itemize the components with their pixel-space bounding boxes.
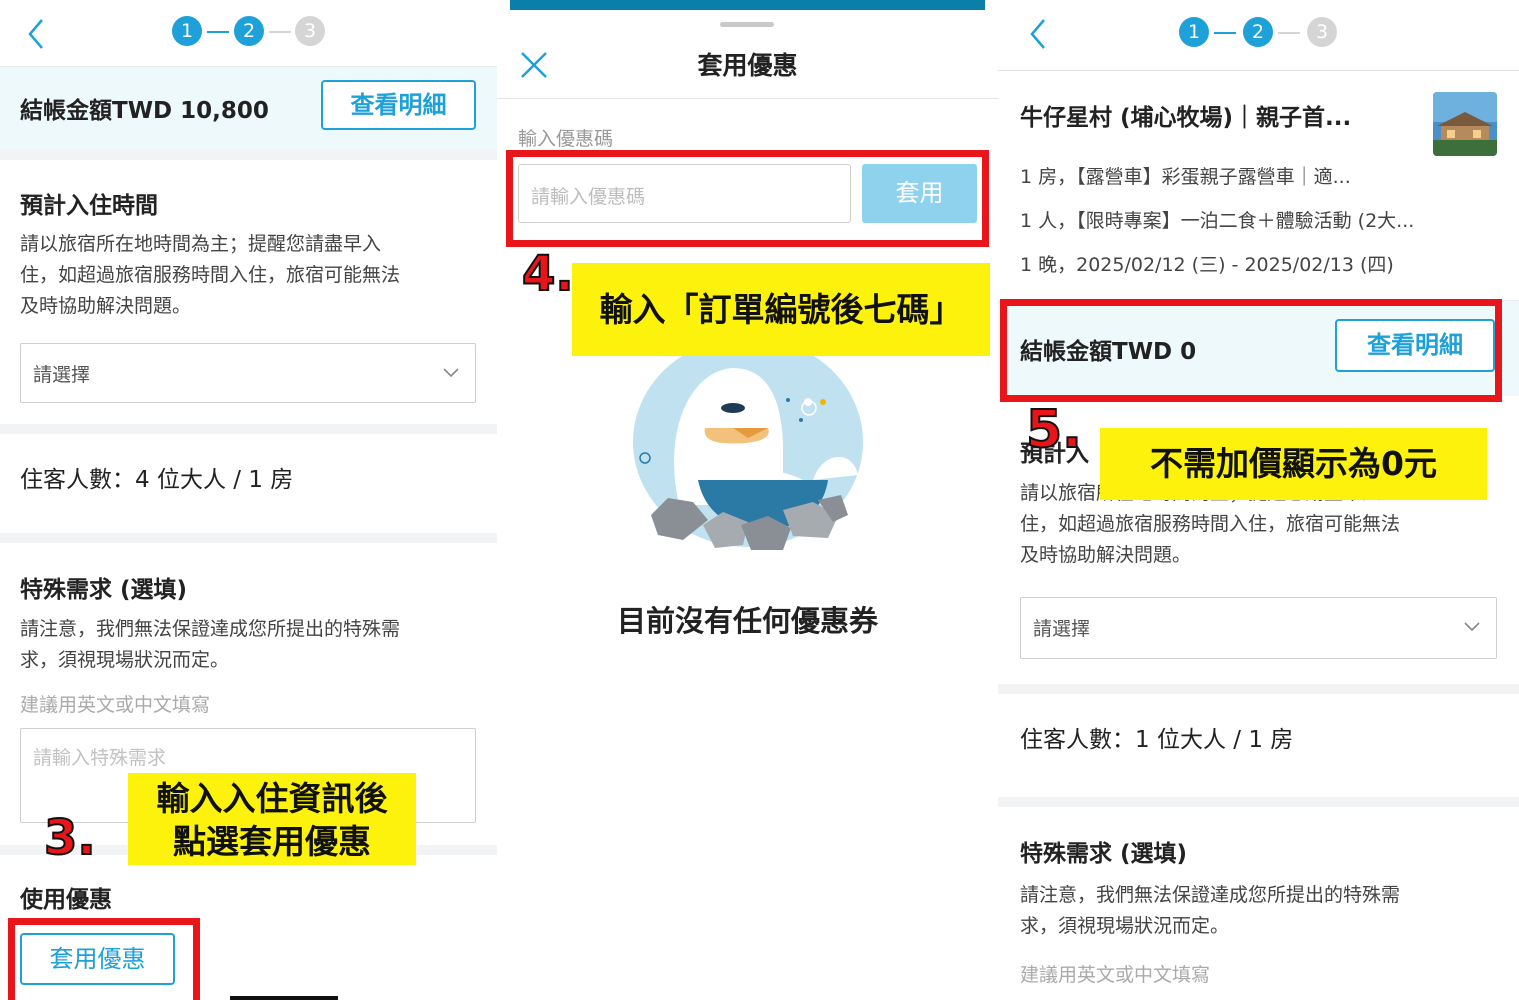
desc-line: 求，須視現場狀況而定。 <box>20 649 230 671</box>
guest-count: 住客人數：1 位大人 / 1 房 <box>1020 727 1294 753</box>
desc-line: 及時協助解決問題。 <box>1020 544 1192 566</box>
guest-count: 住客人數：4 位大人 / 1 房 <box>20 467 294 493</box>
booking-form-panel-3: 1 2 3 牛仔星村 (埔心牧場)｜親子首... 1 房，【露營車】彩蛋親子露營… <box>998 0 1519 1000</box>
empty-coupon-illustration <box>623 330 873 560</box>
desc-line: 及時協助解決問題。 <box>20 295 192 317</box>
special-request-description: 請注意，我們無法保證達成您所提出的特殊需 求，須視現場狀況而定。 <box>1020 880 1400 942</box>
coupon-code-label: 輸入優惠碼 <box>518 128 614 150</box>
step-2: 2 <box>234 16 264 46</box>
desc-line: 請注意，我們無法保證達成您所提出的特殊需 <box>20 618 401 640</box>
desc-line: 住，如超過旅宿服務時間入住，旅宿可能無法 <box>1020 513 1401 535</box>
step-2: 2 <box>1243 17 1273 47</box>
view-details-button[interactable]: 查看明細 <box>321 80 476 130</box>
hotel-name: 牛仔星村 (埔心牧場)｜親子首... <box>1020 105 1352 131</box>
desc-line: 請以旅宿所在地時間為主；提醒您請盡早入 <box>20 233 382 255</box>
step-connector <box>269 31 291 33</box>
annotation-note: 輸入入住資訊後 點選套用優惠 <box>128 773 416 865</box>
checkin-description: 請以旅宿所在地時間為主；提醒您請盡早入 住，如超過旅宿服務時間入住，旅宿可能無法… <box>20 229 400 322</box>
special-request-title: 特殊需求 (選填) <box>20 577 188 603</box>
back-arrow-icon[interactable] <box>18 14 58 54</box>
step-connector <box>207 31 229 33</box>
step-1: 1 <box>1179 17 1209 47</box>
hotel-thumbnail[interactable] <box>1433 92 1497 156</box>
input-placeholder: 請輸入特殊需求 <box>33 747 167 769</box>
divider <box>998 797 1519 807</box>
annotation-step-number: 4. <box>521 245 575 303</box>
coupon-section-title: 使用優惠 <box>20 887 112 913</box>
special-request-hint: 建議用英文或中文填寫 <box>20 694 211 716</box>
chevron-down-icon <box>1462 616 1482 636</box>
divider <box>0 533 497 543</box>
annotation-step-number: 5. <box>1025 399 1083 461</box>
divider <box>998 70 1519 71</box>
home-indicator <box>230 996 338 1000</box>
coupon-panel: 套用優惠 輸入優惠碼 請輸入優惠碼 套用 目前沒有任何優惠券 輸入「訂單編號後七… <box>497 0 998 1000</box>
booking-form-panel-1: 1 2 3 結帳金額TWD 10,800 查看明細 預計入住時間 請以旅宿所在地… <box>0 0 497 1000</box>
summary-line: 1 房，【露營車】彩蛋親子露營車｜適... <box>1020 166 1351 188</box>
divider <box>998 684 1519 694</box>
special-request-hint: 建議用英文或中文填寫 <box>1020 964 1211 986</box>
summary-line: 1 人，【限時專案】一泊二食＋體驗活動 (2大... <box>1020 210 1415 232</box>
divider <box>0 150 497 160</box>
desc-line: 求，須視現場狀況而定。 <box>1020 915 1230 937</box>
select-placeholder: 請選擇 <box>1033 618 1091 640</box>
checkout-amount: 結帳金額TWD 10,800 <box>20 98 269 124</box>
desc-line: 住，如超過旅宿服務時間入住，旅宿可能無法 <box>20 264 401 286</box>
empty-coupon-message: 目前沒有任何優惠券 <box>616 604 878 638</box>
checkout-amount-bar: 結帳金額TWD 10,800 查看明細 <box>0 66 497 150</box>
highlight-box <box>1000 299 1502 402</box>
annotation-line: 輸入入住資訊後 <box>156 779 388 818</box>
back-arrow-icon[interactable] <box>1020 14 1060 54</box>
annotation-note: 輸入「訂單編號後七碼」 <box>572 263 990 356</box>
checkin-time-title: 預計入住時間 <box>20 193 158 219</box>
summary-line: 1 晚，2025/02/12 (三) - 2025/02/13 (四) <box>1020 254 1394 276</box>
divider <box>0 424 497 434</box>
step-connector <box>1278 32 1300 34</box>
step-3: 3 <box>1307 17 1337 47</box>
annotation-note: 不需加價顯示為0元 <box>1100 428 1487 500</box>
step-3: 3 <box>295 16 325 46</box>
highlight-box <box>8 918 200 1000</box>
annotation-line: 點選套用優惠 <box>173 822 371 861</box>
checkin-time-select[interactable]: 請選擇 <box>1020 597 1497 659</box>
step-1: 1 <box>172 16 202 46</box>
booking-summary: 1 房，【露營車】彩蛋親子露營車｜適... 1 人，【限時專案】一泊二食＋體驗活… <box>1020 155 1414 287</box>
annotation-step-number: 3. <box>43 809 97 867</box>
sheet-title: 套用優惠 <box>697 51 798 80</box>
step-connector <box>1214 32 1236 34</box>
divider <box>497 98 998 99</box>
drag-handle[interactable] <box>720 22 774 27</box>
special-request-description: 請注意，我們無法保證達成您所提出的特殊需 求，須視現場狀況而定。 <box>20 614 400 676</box>
special-request-title: 特殊需求 (選填) <box>1020 841 1188 867</box>
desc-line: 請注意，我們無法保證達成您所提出的特殊需 <box>1020 884 1401 906</box>
select-placeholder: 請選擇 <box>33 364 91 386</box>
checkin-time-select[interactable]: 請選擇 <box>20 343 476 403</box>
highlight-box <box>506 150 989 247</box>
chevron-down-icon <box>441 362 461 382</box>
